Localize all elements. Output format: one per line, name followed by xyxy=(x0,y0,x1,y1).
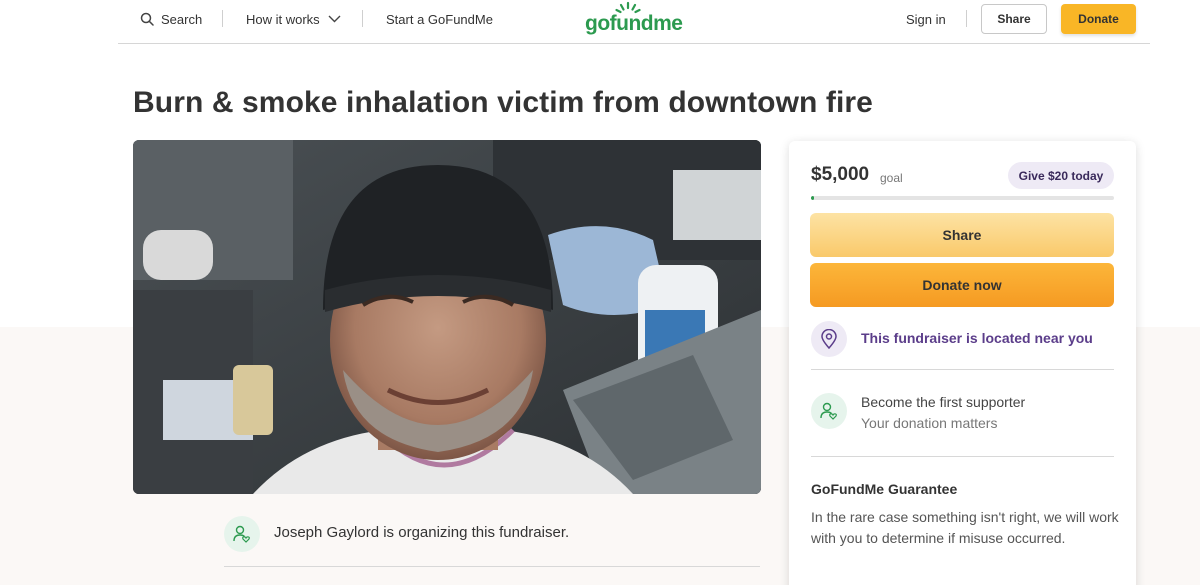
divider xyxy=(811,456,1114,457)
search-label: Search xyxy=(161,11,203,27)
sign-in-label: Sign in xyxy=(906,11,946,27)
chevron-down-icon xyxy=(328,15,341,23)
search-nav[interactable]: Search xyxy=(140,0,202,38)
how-it-works-label: How it works xyxy=(246,11,320,27)
campaign-photo[interactable] xyxy=(133,140,761,494)
organizer-text: Joseph Gaylord is organizing this fundra… xyxy=(274,524,570,541)
gofundme-logo[interactable]: gofundme xyxy=(585,1,685,37)
nav-divider xyxy=(222,10,223,27)
divider xyxy=(224,566,760,567)
header-share-button[interactable]: Share xyxy=(981,4,1047,34)
location-text: This fundraiser is located near you xyxy=(861,330,1093,346)
sign-in-link[interactable]: Sign in xyxy=(906,0,946,38)
campaign-title: Burn & smoke inhalation victim from down… xyxy=(133,86,873,119)
guarantee-text: In the rare case something isn't right, … xyxy=(811,509,1119,546)
logo-wordmark: gofundme xyxy=(585,12,683,35)
top-nav: Search How it works Start a GoFundMe gof… xyxy=(118,0,1150,44)
person-heart-icon xyxy=(819,401,839,421)
location-pin-icon xyxy=(821,329,837,349)
give-suggestion-button[interactable]: Give $20 today xyxy=(1008,162,1114,189)
divider xyxy=(811,369,1114,370)
supporter-badge xyxy=(811,393,847,429)
supporter-title: Become the first supporter xyxy=(861,394,1026,410)
share-button[interactable]: Share xyxy=(810,213,1114,257)
progress-fill xyxy=(811,196,815,200)
goal-amount: $5,000 xyxy=(811,164,870,185)
start-gofundme-link[interactable]: Start a GoFundMe xyxy=(386,0,493,38)
progress-bar xyxy=(811,196,1114,200)
donate-now-button[interactable]: Donate now xyxy=(810,263,1114,307)
location-badge xyxy=(811,321,847,357)
guarantee-title: GoFundMe Guarantee xyxy=(811,481,958,497)
campaign-photo-illustration xyxy=(133,140,761,494)
how-it-works-menu[interactable]: How it works xyxy=(246,0,341,38)
search-icon xyxy=(140,12,154,26)
person-heart-icon xyxy=(232,524,252,544)
organizer-avatar xyxy=(224,516,260,552)
nav-divider xyxy=(362,10,363,27)
donation-card: $5,000 goal Give $20 today Share Donate … xyxy=(789,141,1136,585)
start-gofundme-label: Start a GoFundMe xyxy=(386,11,493,27)
header-donate-button[interactable]: Donate xyxy=(1061,4,1136,34)
nav-divider xyxy=(966,10,967,27)
goal-label: goal xyxy=(880,171,903,185)
supporter-subtitle: Your donation matters xyxy=(861,415,998,431)
